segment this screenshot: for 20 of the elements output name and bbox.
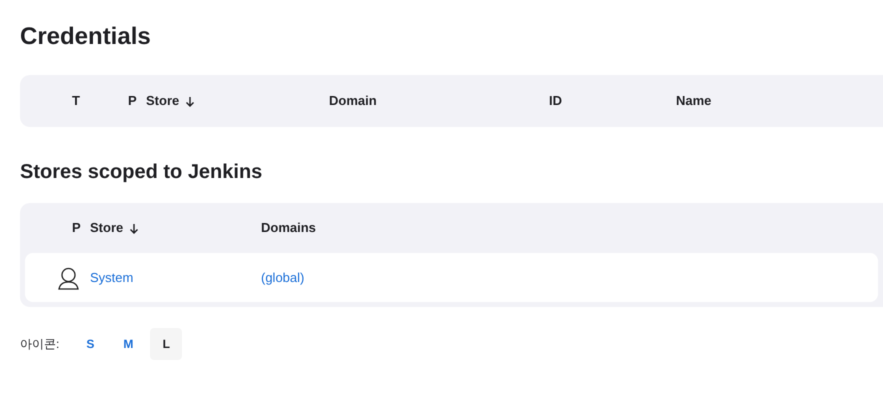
section-heading: Stores scoped to Jenkins: [20, 160, 264, 185]
column-header[interactable]: T: [72, 91, 80, 111]
column-header[interactable]: ID: [549, 91, 562, 111]
store-link[interactable]: System: [90, 270, 134, 284]
domain-link[interactable]: (global): [261, 268, 304, 288]
size-option[interactable]: L: [150, 328, 182, 360]
icon-size-label: 아이콘:: [20, 336, 60, 353]
column-header[interactable]: Domains: [261, 218, 316, 238]
page-title: Credentials: [20, 22, 152, 52]
column-header[interactable]: P: [128, 91, 137, 111]
column-header[interactable]: Name: [676, 91, 712, 111]
column-header[interactable]: Store: [90, 218, 140, 238]
sort-arrow-icon: [185, 96, 196, 106]
column-header[interactable]: Domain: [329, 91, 377, 111]
person-icon: [57, 266, 80, 290]
size-option[interactable]: M: [112, 328, 144, 360]
size-option[interactable]: S: [74, 328, 106, 360]
column-header[interactable]: P: [72, 218, 81, 238]
sort-arrow-icon: [129, 222, 140, 234]
column-header[interactable]: Store: [146, 91, 196, 111]
